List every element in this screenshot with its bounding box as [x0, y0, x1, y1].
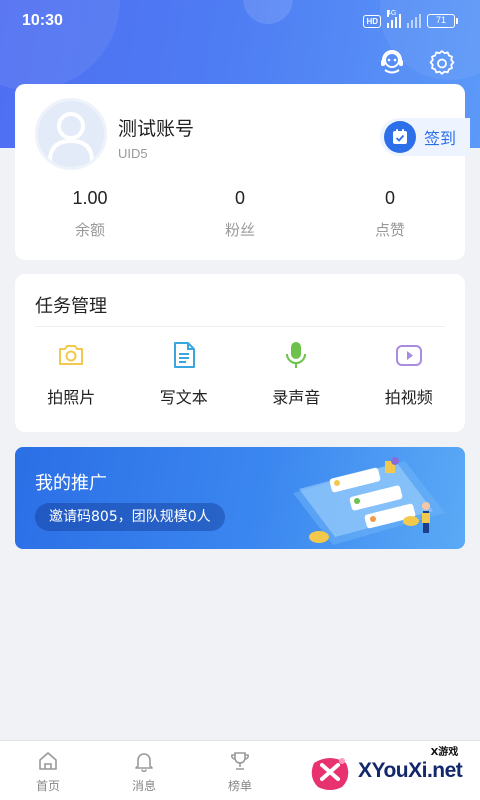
tab-messages[interactable]: 消息: [96, 741, 192, 800]
network-type: 4G: [387, 10, 397, 17]
battery-level: 71: [427, 14, 455, 28]
tab-label: 首页: [35, 779, 60, 793]
promotion-banner[interactable]: 我的推广 邀请码805，团队规模0人: [15, 447, 465, 549]
invite-info: 邀请码805，团队规模0人: [35, 503, 225, 531]
tab-rankings[interactable]: 榜单: [192, 741, 288, 800]
customer-service-icon[interactable]: [378, 48, 406, 76]
video-icon: [394, 340, 424, 370]
checkin-label: 签到: [424, 129, 457, 148]
status-time: 10:30: [22, 12, 63, 29]
avatar[interactable]: [35, 98, 107, 170]
stat-label: 点赞: [374, 221, 405, 239]
user-uid: UID5: [118, 146, 148, 161]
header-actions: [378, 48, 456, 76]
microphone-icon: [281, 340, 311, 370]
stat-balance[interactable]: 1.00 余额: [15, 188, 165, 240]
document-icon: [169, 340, 199, 370]
user-name: 测试账号: [118, 118, 195, 140]
signal-icon-secondary: [407, 14, 421, 28]
task-take-photo[interactable]: 拍照片: [15, 340, 128, 408]
divider: [35, 326, 445, 327]
checkin-button[interactable]: 签到: [380, 118, 470, 156]
watermark-text: X游戏 XYouXi.net: [358, 747, 463, 783]
user-avatar-icon: [48, 112, 94, 162]
camera-icon: [56, 340, 86, 370]
home-icon: [36, 749, 60, 773]
watermark: X游戏 XYouXi.net: [306, 742, 480, 800]
battery-icon: 71: [427, 14, 458, 28]
stats-row: 1.00 余额 0 粉丝 0 点赞: [15, 188, 465, 240]
task-label: 写文本: [159, 388, 208, 407]
stat-value: 0: [384, 188, 395, 208]
status-indicators: HD 4G 71: [363, 10, 458, 28]
tab-label: 消息: [131, 779, 156, 793]
task-label: 拍照片: [47, 388, 96, 407]
stat-likes[interactable]: 0 点赞: [315, 188, 465, 240]
stat-value: 1.00: [72, 188, 108, 208]
tab-home[interactable]: 首页: [0, 741, 96, 800]
stat-label: 余额: [74, 221, 105, 239]
section-title: 任务管理: [35, 296, 107, 317]
tab-label: 榜单: [227, 779, 252, 793]
signal-icon: 4G: [387, 10, 401, 28]
task-management-card: 任务管理 拍照片 写文本 录声音 拍视频: [15, 274, 465, 432]
profile-card: 测试账号 UID5 签到 1.00 余额 0 粉丝 0 点赞: [15, 84, 470, 260]
stat-value: 0: [234, 188, 245, 208]
trophy-icon: [228, 749, 252, 773]
promotion-illustration: [293, 457, 445, 545]
promo-title: 我的推广: [35, 473, 107, 494]
watermark-logo-icon: [311, 758, 349, 790]
bell-icon: [132, 749, 156, 773]
stat-label: 粉丝: [224, 221, 255, 239]
task-write-text[interactable]: 写文本: [128, 340, 241, 408]
hd-badge: HD: [363, 14, 381, 28]
watermark-small: X游戏: [430, 747, 459, 758]
task-record-video[interactable]: 拍视频: [353, 340, 466, 408]
status-bar: 10:30 HD 4G 71: [0, 0, 480, 42]
task-label: 拍视频: [384, 388, 433, 407]
task-record-audio[interactable]: 录声音: [240, 340, 353, 408]
settings-gear-icon[interactable]: [428, 48, 456, 76]
watermark-brand: XYouXi.net: [358, 759, 463, 782]
task-grid: 拍照片 写文本 录声音 拍视频: [15, 340, 465, 408]
task-label: 录声音: [272, 388, 321, 407]
stat-followers[interactable]: 0 粉丝: [165, 188, 315, 240]
calendar-check-icon: [384, 121, 416, 153]
